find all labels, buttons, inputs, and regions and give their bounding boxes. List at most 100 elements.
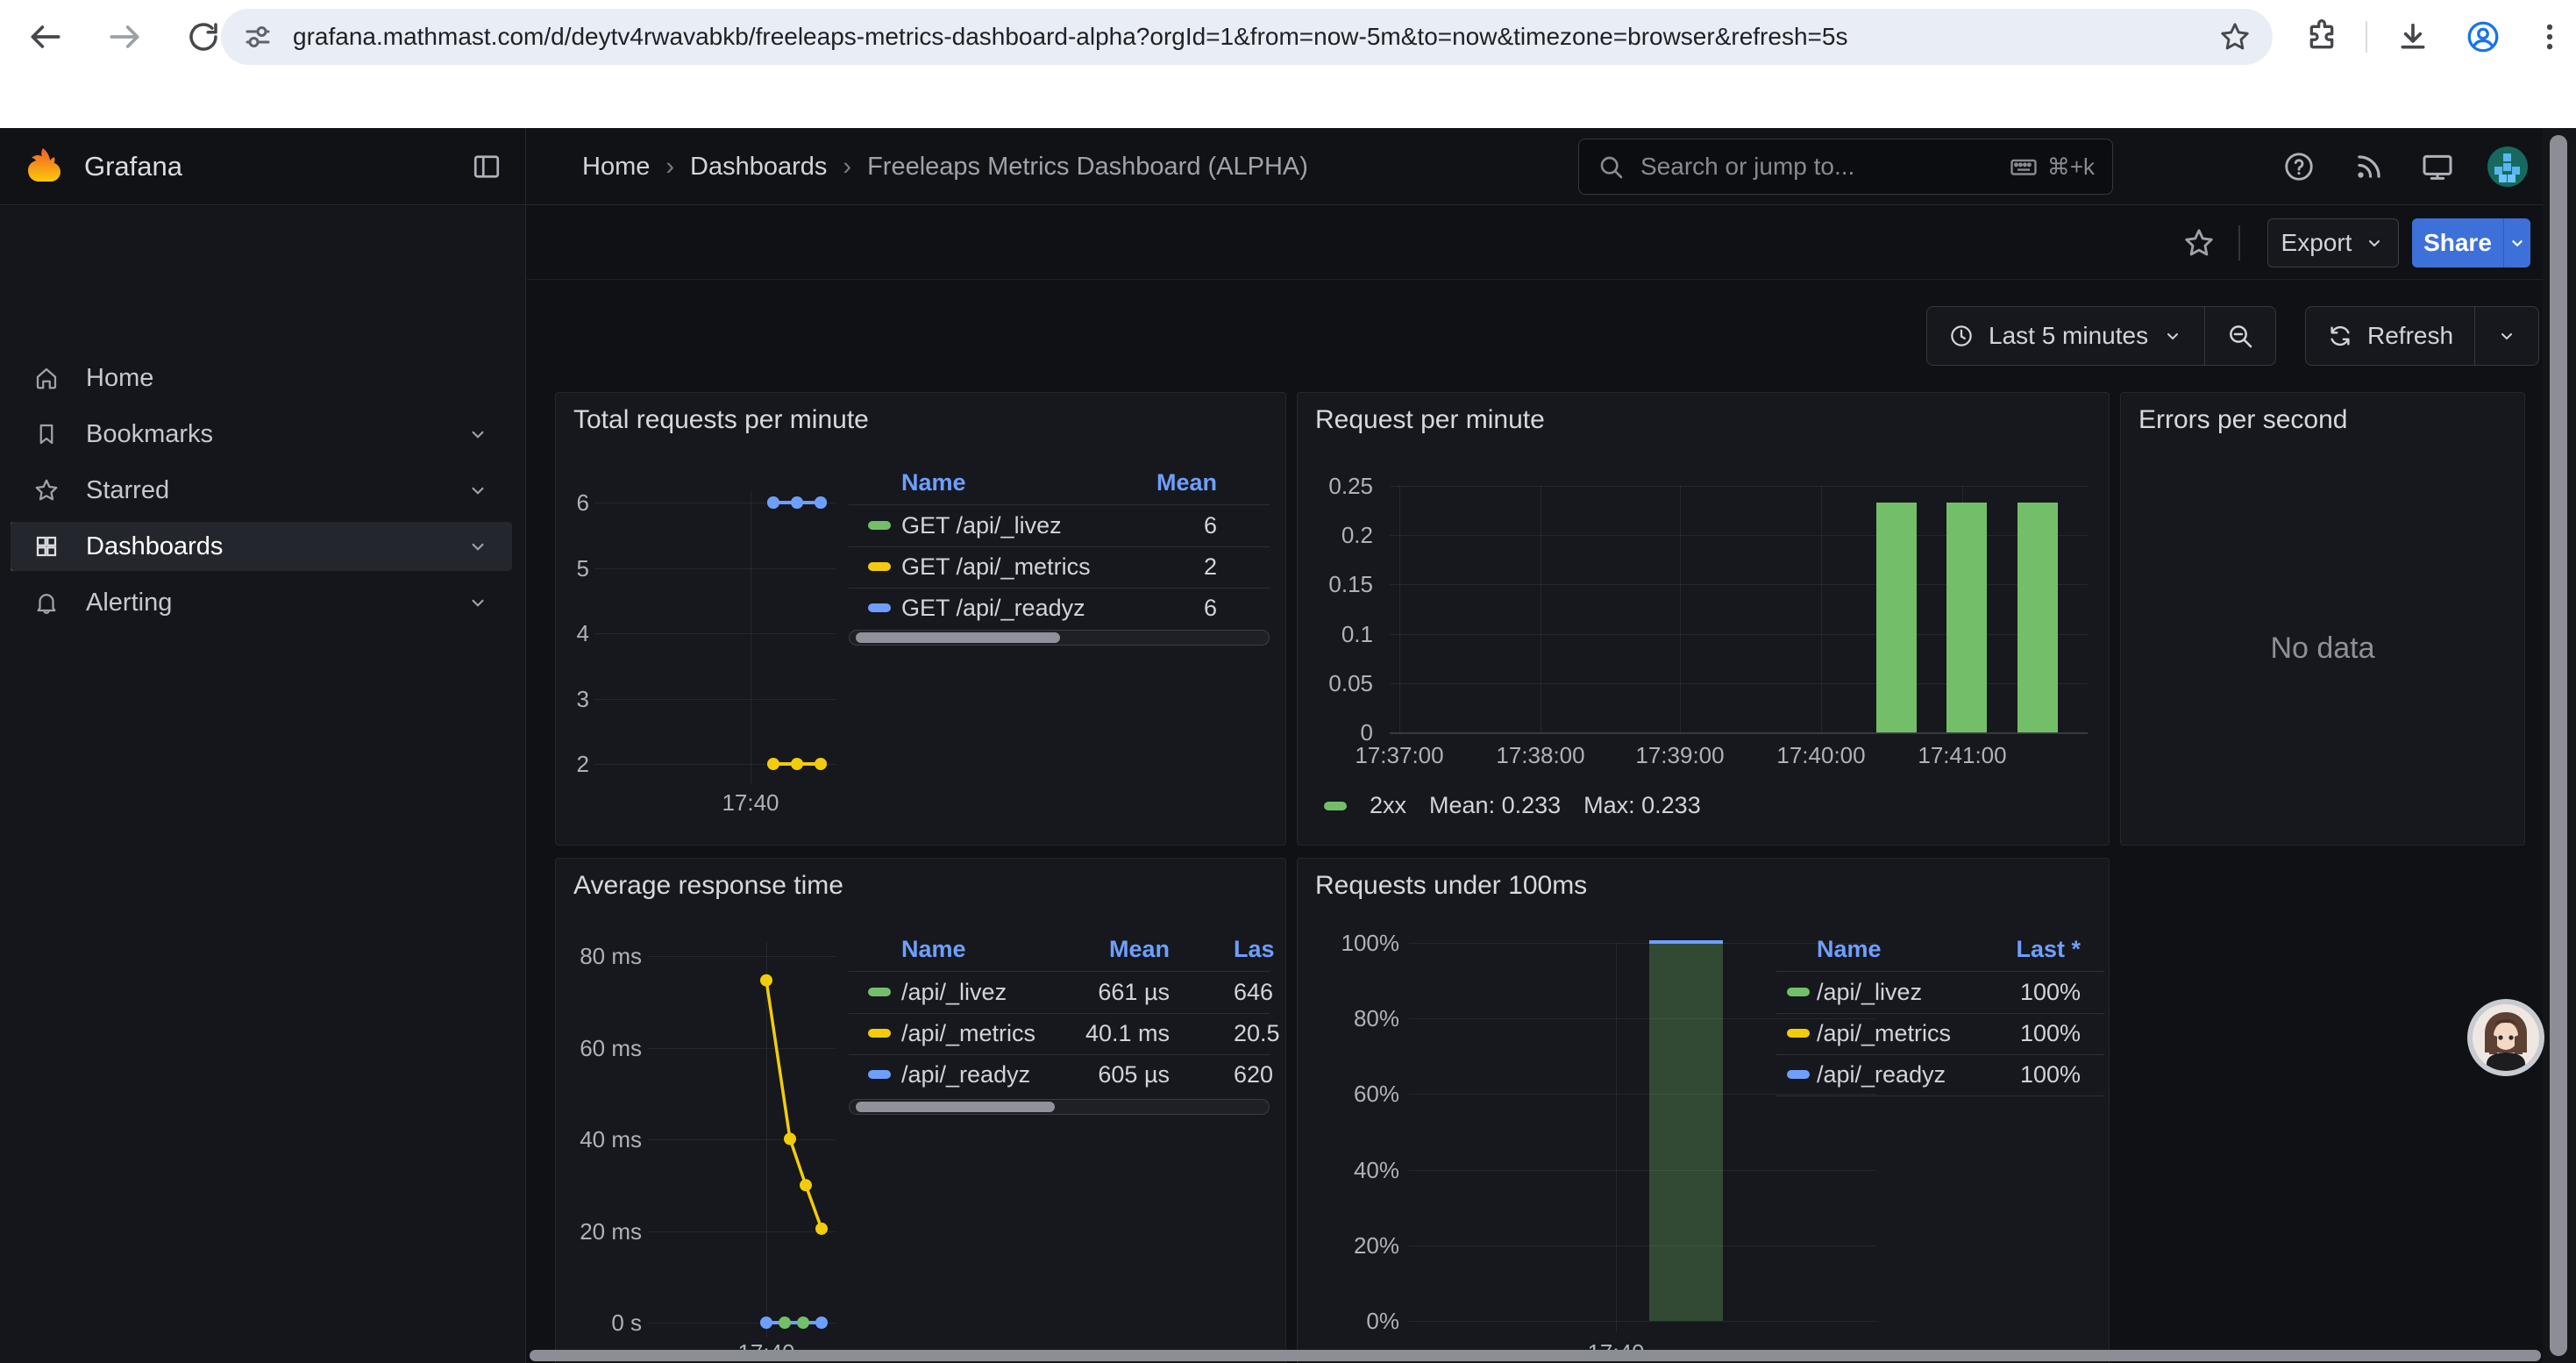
legend-row-name[interactable]: GET /api/_livez <box>901 511 1062 539</box>
legend-swatch <box>868 1029 891 1038</box>
sidebar-item-label: Alerting <box>86 589 172 617</box>
chevron-down-icon[interactable] <box>466 535 489 558</box>
legend-row-name[interactable]: /api/_livez <box>1817 978 1922 1006</box>
y-tick-label: 2 <box>556 751 589 777</box>
request-per-minute-chart[interactable]: 0.250.20.150.10.05017:37:0017:38:0017:39… <box>1298 393 2109 845</box>
legend-col-Las[interactable]: Las <box>1234 935 1275 963</box>
legend-swatch <box>868 988 891 996</box>
legend-col-name[interactable]: Name <box>901 935 966 963</box>
help-icon[interactable] <box>2281 149 2316 184</box>
user-avatar[interactable] <box>2487 146 2528 187</box>
legend-scrollbar-thumb[interactable] <box>856 1102 1055 1112</box>
back-icon[interactable] <box>23 14 68 60</box>
panel-title[interactable]: Errors per second <box>2138 405 2347 435</box>
breadcrumb-current: Freeleaps Metrics Dashboard (ALPHA) <box>867 153 1308 182</box>
legend-value: 646 <box>1234 978 1273 1006</box>
legend-divider <box>849 588 1270 589</box>
share-dropdown-button[interactable] <box>2503 218 2530 268</box>
grafana-header: Grafana Home › Dashboards › Freeleaps Me… <box>0 128 2576 205</box>
total-requests-chart[interactable]: 6543217:40NameMeanGET /api/_livez6GET /a… <box>556 393 1285 845</box>
panel-errors-per-second: Errors per second No data <box>2120 392 2525 846</box>
horizontal-scrollbar[interactable] <box>530 1350 2541 1361</box>
legend-value: 605 µs <box>1012 1060 1170 1088</box>
sidebar-item-home[interactable]: Home <box>11 353 512 403</box>
refresh-button[interactable]: Refresh <box>2306 307 2474 365</box>
vertical-scrollbar[interactable] <box>2550 135 2567 1356</box>
profile-icon[interactable] <box>2460 14 2506 60</box>
clock-icon <box>1948 323 1975 349</box>
panel-under-100ms: Requests under 100ms 100%80%60%40%20%0%1… <box>1297 858 2110 1363</box>
under-100ms-chart[interactable]: 100%80%60%40%20%0%17:40NameLast */api/_l… <box>1298 859 2109 1363</box>
legend-divider <box>849 971 1270 972</box>
home-icon <box>33 365 60 391</box>
browser-menu-icon[interactable] <box>2527 14 2572 60</box>
chevron-down-icon[interactable] <box>466 479 489 502</box>
breadcrumb-home[interactable]: Home <box>582 153 650 182</box>
monitor-icon[interactable] <box>2420 149 2455 184</box>
download-icon[interactable] <box>2390 14 2436 60</box>
chevron-down-icon[interactable] <box>466 423 489 446</box>
x-tick-label: 17:37:00 <box>1334 742 1465 768</box>
legend-swatch <box>1324 802 1347 810</box>
forward-icon[interactable] <box>102 14 147 60</box>
legend-col-Mean[interactable]: Mean <box>1059 468 1217 496</box>
data-point <box>767 758 779 770</box>
no-data-message: No data <box>2121 632 2524 666</box>
legend-col-Mean[interactable]: Mean <box>1012 935 1170 963</box>
breadcrumb-dashboards[interactable]: Dashboards <box>690 153 827 182</box>
assistant-avatar-overlay[interactable] <box>2466 998 2545 1077</box>
search-input[interactable]: Search or jump to... ⌘+k <box>1578 139 2113 195</box>
reload-icon[interactable] <box>181 14 226 60</box>
bar <box>2017 503 2058 732</box>
bookmark-star-icon[interactable] <box>2218 20 2252 54</box>
gridline <box>1409 1170 1876 1171</box>
site-info-icon[interactable] <box>242 21 274 53</box>
sidebar-item-label: Starred <box>86 476 169 505</box>
sidebar-item-alerting[interactable]: Alerting <box>11 578 512 627</box>
avg-response-chart[interactable]: 80 ms60 ms40 ms20 ms0 s17:40NameMeanLas/… <box>556 859 1285 1363</box>
gridline <box>594 699 836 700</box>
legend-swatch <box>868 603 891 612</box>
legend-row-name[interactable]: GET /api/_readyz <box>901 594 1085 622</box>
sidebar-item-dashboards[interactable]: Dashboards <box>11 522 512 571</box>
y-tick-label: 3 <box>556 686 589 712</box>
legend-row-name[interactable]: /api/_livez <box>901 978 1007 1006</box>
legend-divider <box>849 504 1270 505</box>
zoom-out-button[interactable] <box>2204 307 2275 365</box>
time-range-group: Last 5 minutes <box>1926 306 2276 366</box>
legend-col-name[interactable]: Name <box>1817 935 1882 963</box>
time-range-picker[interactable]: Last 5 minutes <box>1927 307 2204 365</box>
share-button[interactable]: Share <box>2412 218 2503 268</box>
gridline <box>648 1139 836 1140</box>
legend-col-name[interactable]: Name <box>901 468 966 496</box>
bookmarks-bar: Freeleaps 收藏博客 <box>0 74 2576 128</box>
legend-value: 100% <box>1923 978 2081 1006</box>
y-tick-label: 0.25 <box>1298 473 1373 499</box>
url-bar[interactable]: grafana.mathmast.com/d/deytv4rwavabkb/fr… <box>221 9 2273 65</box>
y-tick-label: 0.05 <box>1298 670 1373 696</box>
legend-value: 40.1 ms <box>1012 1019 1170 1047</box>
grafana-logo[interactable] <box>23 146 63 187</box>
y-tick-label: 5 <box>556 555 589 582</box>
sidebar-toggle-icon[interactable] <box>471 151 502 182</box>
legend-swatch <box>868 562 891 571</box>
export-button[interactable]: Export <box>2267 218 2399 268</box>
favorite-star-icon[interactable] <box>2181 225 2217 260</box>
refresh-interval-dropdown[interactable] <box>2474 307 2538 365</box>
keyboard-icon <box>2009 152 2039 182</box>
extensions-icon[interactable] <box>2299 14 2345 60</box>
gridline <box>1680 486 1681 732</box>
sidebar-item-starred[interactable]: Starred <box>11 466 512 515</box>
legend-series-label[interactable]: 2xx <box>1370 792 1406 819</box>
legend-scrollbar-thumb[interactable] <box>856 632 1060 643</box>
chevron-down-icon[interactable] <box>466 591 489 614</box>
sidebar-item-bookmarks[interactable]: Bookmarks <box>11 410 512 459</box>
y-tick-label: 40 ms <box>556 1126 642 1152</box>
legend-col-Last *[interactable]: Last * <box>1923 935 2081 963</box>
gridline <box>766 942 767 1337</box>
legend-divider <box>1775 1013 2104 1014</box>
x-tick-label: 17:41:00 <box>1896 742 2028 768</box>
x-tick-label: 17:40:00 <box>1755 742 1887 768</box>
breadcrumb-separator: › <box>843 153 851 182</box>
news-rss-icon[interactable] <box>2352 149 2387 184</box>
